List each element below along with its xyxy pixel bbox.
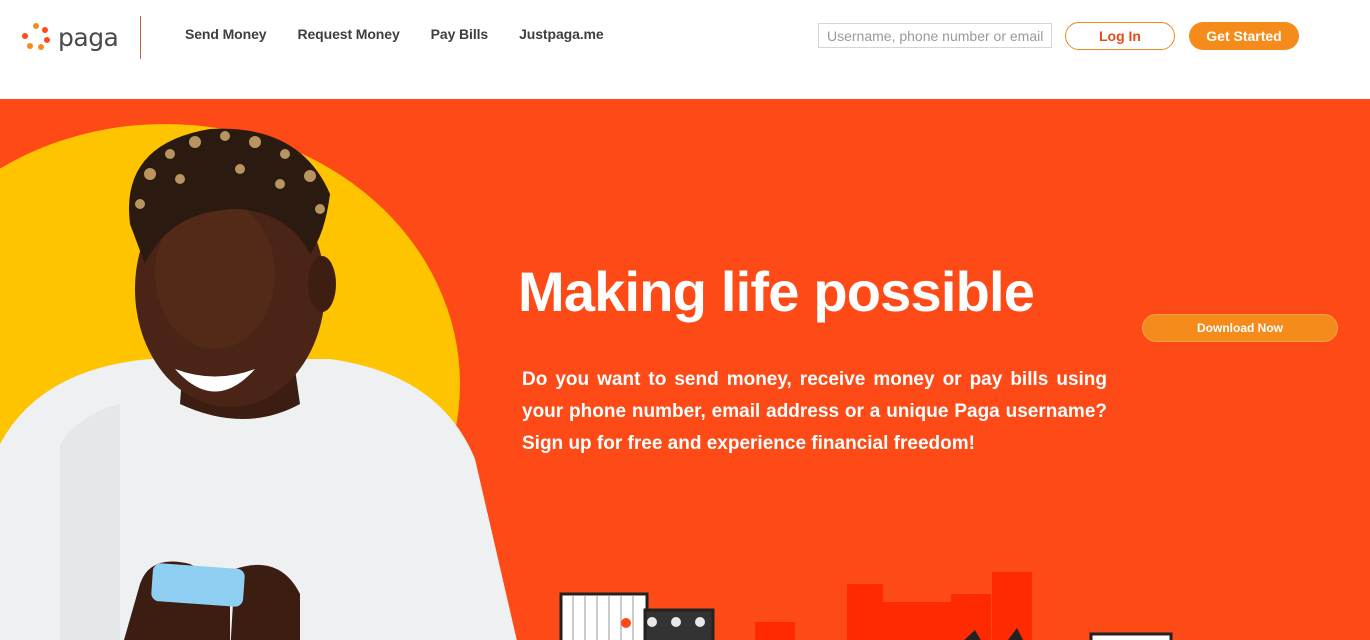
login-button[interactable]: Log In: [1065, 22, 1175, 50]
login-username-input[interactable]: [818, 23, 1052, 48]
paga-logo-icon: [22, 23, 50, 51]
paga-logo[interactable]: paga: [22, 22, 132, 52]
nav-pay-bills[interactable]: Pay Bills: [431, 26, 489, 42]
site-header: paga Send Money Request Money Pay Bills …: [0, 0, 1370, 99]
get-started-button[interactable]: Get Started: [1189, 22, 1299, 50]
hero-description: Do you want to send money, receive money…: [522, 369, 1107, 454]
nav-justpaga-me[interactable]: Justpaga.me: [519, 26, 604, 42]
logo-wordmark: paga: [58, 22, 119, 52]
main-nav: Send Money Request Money Pay Bills Justp…: [185, 26, 635, 42]
hero-banner: Making life possible Do you want to send…: [0, 99, 1370, 640]
nav-send-money[interactable]: Send Money: [185, 26, 267, 42]
logo-divider: [140, 16, 141, 59]
download-now-button[interactable]: Download Now: [1142, 314, 1338, 342]
city-illustration: [559, 572, 1173, 640]
hero-person-image: [0, 128, 517, 640]
nav-request-money[interactable]: Request Money: [297, 26, 399, 42]
hero-title: Making life possible: [518, 260, 1035, 323]
